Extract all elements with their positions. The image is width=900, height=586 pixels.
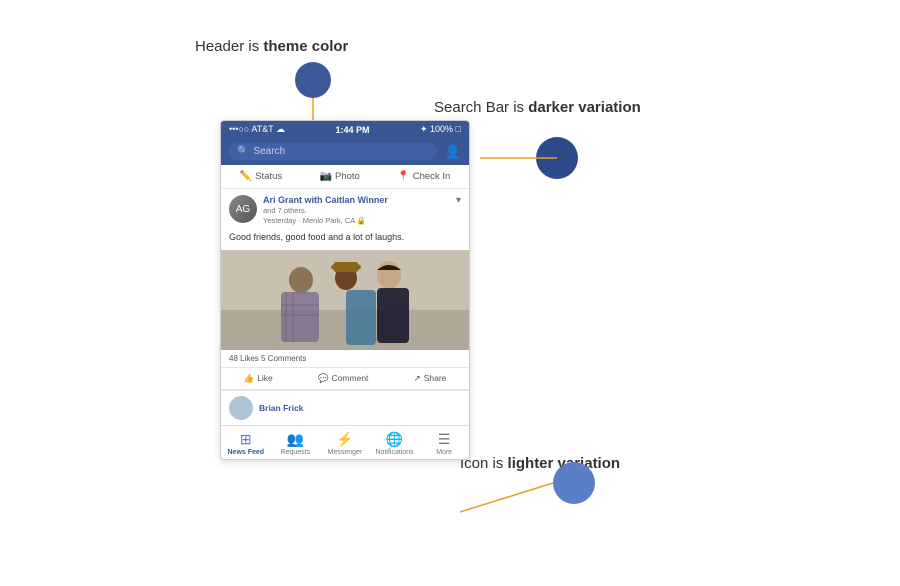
next-post-name: Brian Frick	[259, 403, 303, 413]
photo-icon: 📷	[320, 171, 332, 182]
nav-requests-label: Requests	[281, 449, 311, 456]
nav-notifications-label: Notifications	[376, 449, 414, 456]
post-image	[221, 250, 469, 350]
nav-notifications[interactable]: 🌐 Notifications	[375, 431, 415, 456]
action-bar: ✏️ Status 📷 Photo 📍 Check In	[221, 165, 469, 189]
post-header-left: AG Ari Grant with Caitlan Winner and 7 o…	[229, 195, 388, 225]
search-placeholder: Search	[253, 146, 285, 157]
status-bar: •••○○ AT&T ☁ 1:44 PM ✦ 100% □	[221, 121, 469, 138]
nav-requests[interactable]: 👥 Requests	[275, 431, 315, 456]
checkin-action[interactable]: 📍 Check In	[397, 171, 450, 182]
post-area: AG Ari Grant with Caitlan Winner and 7 o…	[221, 189, 469, 391]
nav-messenger-label: Messenger	[328, 449, 363, 456]
comment-label: Comment	[332, 373, 369, 383]
photo-label: Photo	[335, 171, 360, 182]
checkin-icon: 📍	[397, 171, 409, 182]
photo-action[interactable]: 📷 Photo	[320, 171, 360, 182]
post-image-svg	[221, 250, 469, 350]
comment-button[interactable]: 💬 Comment	[318, 373, 368, 384]
notifications-icon: 🌐	[386, 431, 403, 448]
post-sub2: Yesterday · Menlo Park, CA 🔒	[263, 216, 388, 225]
post-sub1: and 7 others.	[263, 206, 388, 215]
nav-more-label: More	[436, 449, 452, 456]
share-button[interactable]: ↗ Share	[414, 373, 447, 384]
phone-mockup: •••○○ AT&T ☁ 1:44 PM ✦ 100% □ 🔍 Search 👤…	[220, 120, 470, 460]
search-dark-circle	[536, 137, 578, 179]
search-annotation-label: Search Bar is darker variation	[434, 99, 641, 116]
like-label: Like	[257, 373, 273, 383]
nav-news-feed[interactable]: ⊞ News Feed	[226, 431, 266, 456]
comment-icon: 💬	[318, 373, 329, 384]
search-icon: 🔍	[237, 146, 249, 157]
search-box[interactable]: 🔍 Search	[229, 143, 437, 160]
status-action[interactable]: ✏️ Status	[240, 171, 282, 182]
status-bar-left: •••○○ AT&T ☁	[229, 124, 285, 135]
search-bar-area: 🔍 Search 👤	[221, 138, 469, 165]
carrier-text: •••○○ AT&T ☁	[229, 124, 285, 135]
nav-messenger[interactable]: ⚡ Messenger	[325, 431, 365, 456]
status-label: Status	[255, 171, 282, 182]
post-likes: 48 Likes 5 Comments	[221, 350, 469, 368]
header-theme-circle	[295, 62, 331, 98]
status-bar-right: ✦ 100% □	[420, 124, 461, 135]
more-icon: ☰	[438, 431, 451, 448]
checkin-label: Check In	[413, 171, 451, 182]
post-header: AG Ari Grant with Caitlan Winner and 7 o…	[221, 189, 469, 231]
avatar: AG	[229, 195, 257, 223]
compose-icon: 👤	[445, 144, 461, 160]
icon-light-circle	[553, 462, 595, 504]
nav-news-feed-label: News Feed	[228, 449, 265, 456]
post-actions: 👍 Like 💬 Comment ↗ Share	[221, 368, 469, 390]
like-icon: 👍	[244, 373, 255, 384]
phone-screen: •••○○ AT&T ☁ 1:44 PM ✦ 100% □ 🔍 Search 👤…	[220, 120, 470, 460]
like-button[interactable]: 👍 Like	[244, 373, 273, 384]
news-feed-icon: ⊞	[240, 431, 252, 448]
share-label: Share	[424, 373, 447, 383]
status-icon: ✏️	[240, 171, 252, 182]
share-icon: ↗	[414, 373, 421, 384]
next-post-avatar	[229, 396, 253, 420]
icon-annotation-label: Icon is lighter variation	[460, 455, 620, 472]
header-annotation-label: Header is theme color	[195, 38, 348, 55]
bottom-nav: ⊞ News Feed 👥 Requests ⚡ Messenger 🌐 Not…	[221, 425, 469, 459]
time-text: 1:44 PM	[335, 125, 369, 135]
post-author: Ari Grant with Caitlan Winner	[263, 195, 388, 205]
avatar-image: AG	[229, 195, 257, 223]
nav-more[interactable]: ☰ More	[424, 431, 464, 456]
battery-text: ✦ 100% □	[420, 124, 461, 135]
next-post-header: Brian Frick	[221, 391, 469, 425]
post-text: Good friends, good food and a lot of lau…	[221, 231, 469, 250]
chevron-down-icon: ▾	[456, 195, 461, 206]
post-meta: Ari Grant with Caitlan Winner and 7 othe…	[263, 195, 388, 225]
messenger-icon: ⚡	[336, 431, 353, 448]
requests-icon: 👥	[287, 431, 304, 448]
